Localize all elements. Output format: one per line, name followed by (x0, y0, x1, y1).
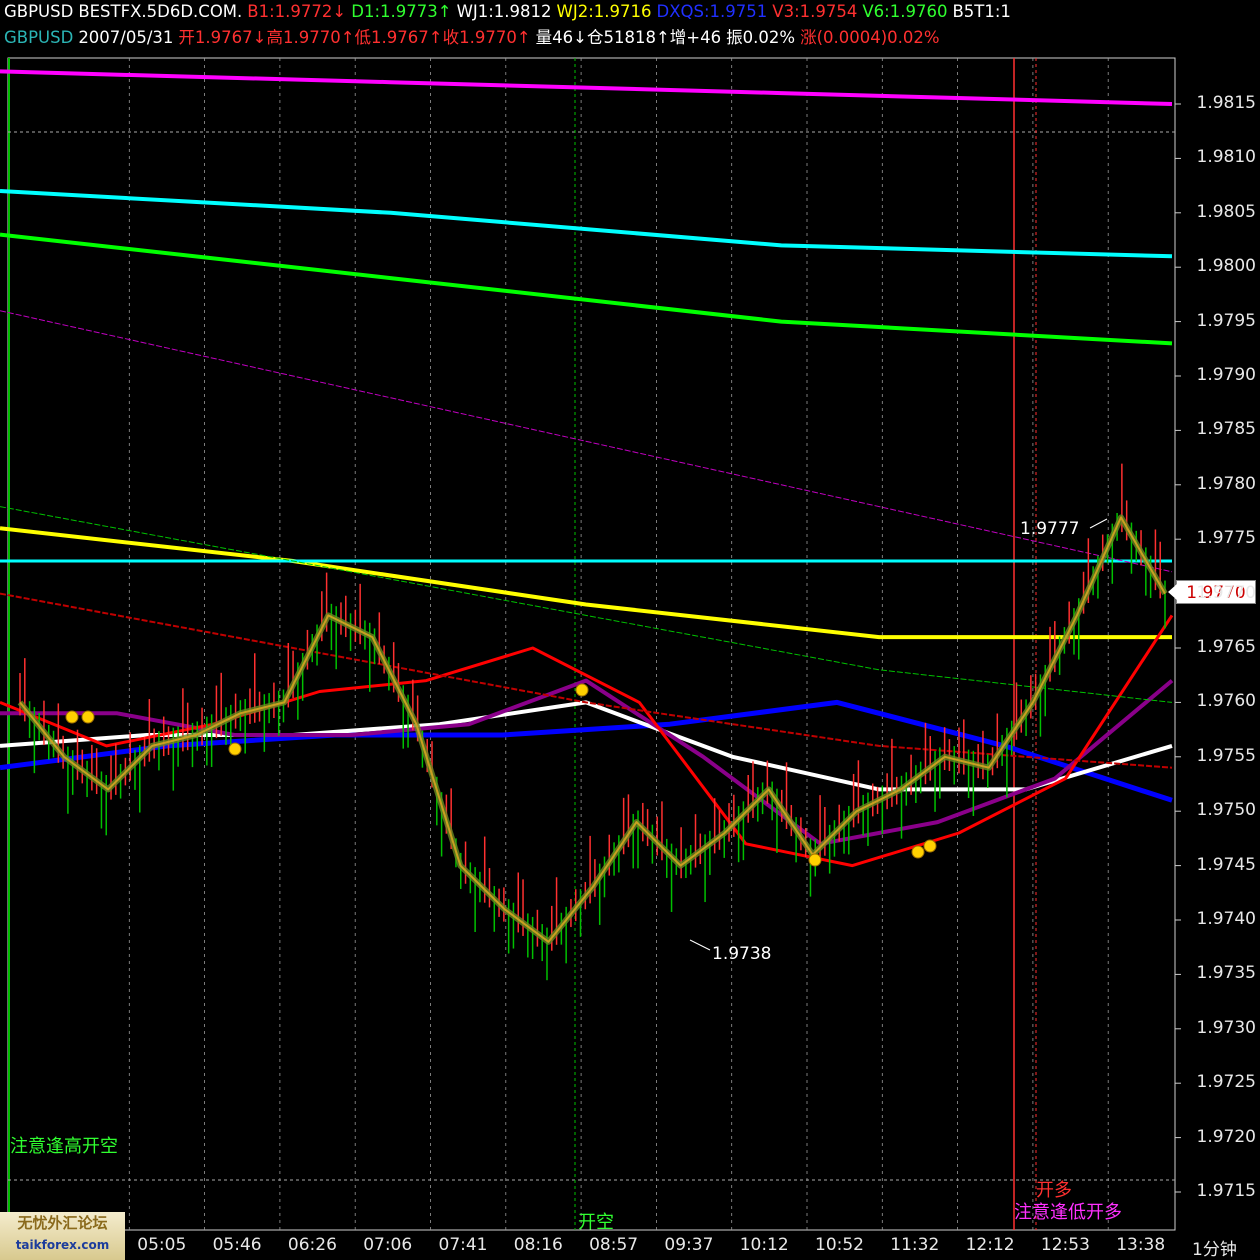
price-tick-label: 1.9765 (1196, 637, 1256, 657)
high-price-label: 1.9777 (1020, 519, 1080, 539)
time-tick-label: 13:38 (1116, 1235, 1166, 1255)
price-tick-label: 1.9720 (1196, 1126, 1256, 1147)
header-line1-segment: D1:1.9773↑ (351, 2, 452, 21)
forum-watermark-logo: 无忧外汇论坛 taikforex.com (0, 1212, 125, 1260)
time-tick-label: 10:12 (739, 1235, 789, 1255)
header-ohlc-line: GBPUSD 2007/05/31 开1.9767↓高1.9770↑低1.9767↑… (4, 28, 945, 48)
header-line1-segment: WJ1:1.9812 (456, 2, 552, 21)
price-tick-label: 1.9745 (1196, 854, 1256, 875)
time-tick-label: 07:41 (438, 1235, 488, 1255)
smiley-marker-icon (808, 853, 822, 867)
price-tick-label: 1.9735 (1196, 963, 1256, 984)
header-line2-segment: 涨(0.0004)0.02% (800, 28, 940, 47)
price-tick-label: 1.9795 (1196, 310, 1256, 331)
low-pointer (689, 939, 711, 951)
indicator-line (0, 69, 1173, 106)
header-line1-segment: B5T1:1 (952, 2, 1011, 21)
header-line2-segment: 量46↓仓51818↑增+46 (535, 28, 722, 47)
low-price-label: 1.9738 (712, 944, 772, 964)
time-tick-label: 08:57 (589, 1235, 639, 1255)
watermark-title: 无忧外汇论坛 (17, 1214, 108, 1232)
header-line2-segment: 振0.02% (726, 28, 796, 47)
header-line2-segment: 开1.9767↓高1.9770↑低1.9767↑收1.9770↑ (178, 28, 531, 47)
time-tick-label: 06:26 (287, 1235, 337, 1255)
price-tick-label: 1.9730 (1196, 1017, 1256, 1038)
price-tick-label: 1.9760 (1196, 691, 1256, 712)
header-line1-segment: BESTFX.5D6D.COM. (78, 2, 243, 21)
indicator-line (0, 526, 1172, 640)
indicator-line (0, 189, 1173, 259)
price-tick-label: 1.9780 (1196, 473, 1256, 494)
header-line1-segment: WJ2:1.9716 (556, 2, 652, 21)
time-tick-label: 09:37 (664, 1235, 714, 1255)
price-chart[interactable] (0, 0, 1260, 1260)
time-tick-label: 12:53 (1040, 1235, 1090, 1255)
time-tick-label: 05:46 (212, 1235, 262, 1255)
price-tick-label: 1.9805 (1196, 201, 1256, 222)
time-tick-label: 08:16 (513, 1235, 563, 1255)
watermark-url: taikforex.com (15, 1238, 110, 1252)
header-line2-segment: GBPUSD (4, 28, 74, 47)
right-signal-text: 注意逢低开多 (1014, 1202, 1122, 1223)
price-tick-label: 1.9740 (1196, 909, 1256, 929)
price-tick-label: 1.9790 (1196, 365, 1256, 385)
left-signal-text: 注意逢高开空 (10, 1136, 118, 1157)
header-line1-segment: DXQS:1.9751 (656, 2, 768, 21)
smiley-marker-icon (923, 839, 937, 853)
price-tick-label: 1.9725 (1196, 1072, 1256, 1093)
price-tick-label: 1.9775 (1196, 528, 1256, 549)
price-tick-label: 1.9750 (1196, 800, 1256, 821)
time-tick-label: 10:52 (815, 1235, 864, 1255)
time-tick-label: 05:05 (137, 1235, 187, 1255)
price-tick-label: 1.9810 (1196, 147, 1256, 168)
indicator-line (0, 699, 1173, 803)
time-tick-label: 12:12 (965, 1235, 1015, 1255)
time-tick-label: 07:06 (363, 1235, 413, 1255)
timeframe-label[interactable]: 1分钟 (1192, 1235, 1237, 1260)
indicator-line (0, 310, 1173, 573)
smiley-marker-icon (81, 710, 95, 724)
header-line1-segment: V3:1.9754 (772, 2, 858, 21)
price-tick-label: 1.9755 (1196, 745, 1256, 766)
indicator-line (0, 678, 1174, 846)
price-tick-label: 1.9770 (1196, 582, 1256, 603)
smiley-marker-icon (911, 845, 925, 859)
short-signal-text: 开空 (578, 1212, 614, 1233)
smiley-marker-icon (575, 683, 589, 697)
plot-frame (7, 57, 1176, 1231)
header-quote-line: GBPUSD BESTFX.5D6D.COM. B1:1.9772↓ D1:1.977… (4, 2, 1016, 22)
high-pointer (1089, 518, 1108, 529)
header-line2-segment: 2007/05/31 (78, 28, 174, 47)
smiley-marker-icon (65, 710, 79, 724)
time-tick-label: 11:32 (890, 1235, 940, 1255)
header-line1-segment: GBPUSD (4, 2, 74, 21)
price-tick-label: 1.9715 (1196, 1181, 1256, 1201)
price-tick-label: 1.9815 (1196, 93, 1256, 113)
header-line1-segment: B1:1.9772↓ (247, 2, 347, 21)
smiley-marker-icon (228, 742, 242, 756)
price-tick-label: 1.9785 (1196, 419, 1256, 440)
header-line1-segment: V6:1.9760 (862, 2, 948, 21)
price-tick-label: 1.9800 (1196, 256, 1256, 277)
